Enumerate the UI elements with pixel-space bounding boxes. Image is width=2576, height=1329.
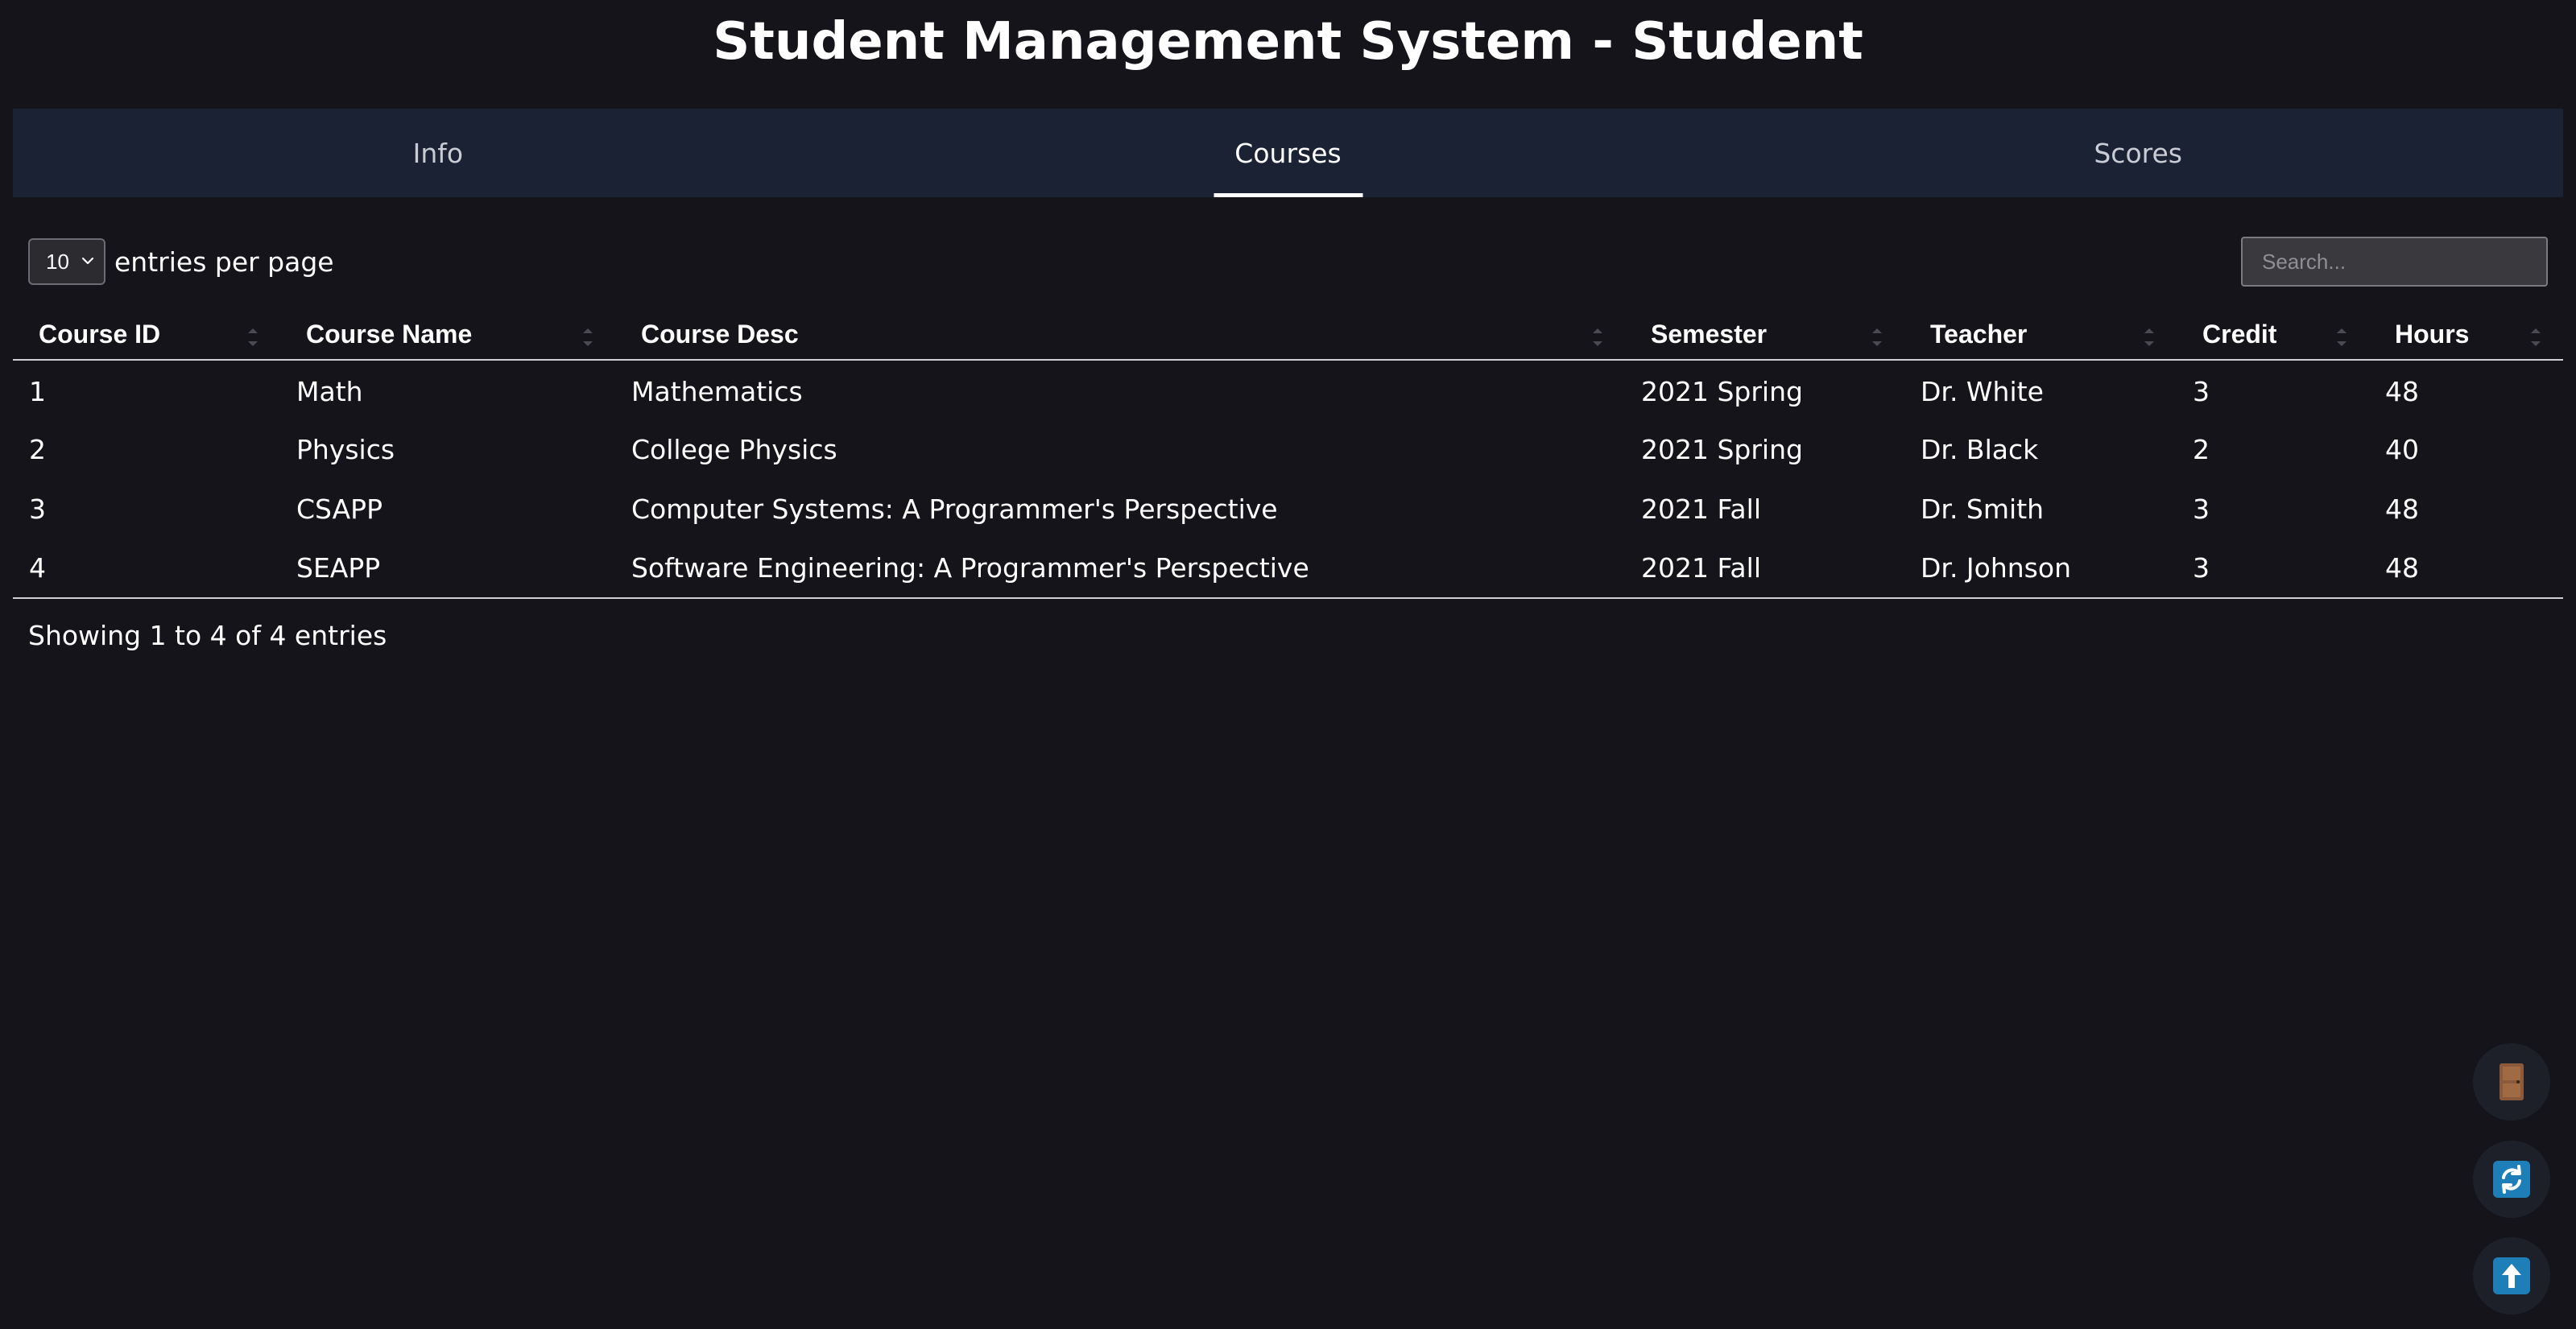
cell-credit: 3 bbox=[2193, 493, 2210, 525]
tab-scores[interactable]: Scores bbox=[1713, 109, 2563, 197]
cell-course-name: Math bbox=[296, 376, 363, 407]
cell-teacher: Dr. Smith bbox=[1921, 493, 2045, 525]
cell-course-id: 2 bbox=[29, 433, 46, 465]
cell-course-desc: Computer Systems: A Programmer's Perspec… bbox=[631, 493, 1278, 525]
door-icon bbox=[2500, 1063, 2524, 1100]
cell-course-desc: Software Engineering: A Programmer's Per… bbox=[615, 539, 1625, 599]
cell-hours: 48 bbox=[2385, 376, 2419, 407]
cell-hours: 48 bbox=[2369, 539, 2563, 599]
column-header-hours[interactable]: Hours bbox=[2369, 310, 2563, 361]
cell-semester: 2021 Spring bbox=[1641, 376, 1803, 407]
chevron-down-icon bbox=[81, 257, 94, 265]
column-header-teacher[interactable]: Teacher bbox=[1904, 310, 2177, 361]
cell-teacher: Dr. White bbox=[1921, 376, 2044, 407]
cell-semester: 2021 Fall bbox=[1641, 493, 1761, 525]
cell-course-desc: College Physics bbox=[631, 433, 837, 465]
tab-bar: Info Courses Scores bbox=[13, 109, 2563, 197]
sort-icon bbox=[2144, 328, 2154, 346]
door-button[interactable] bbox=[2473, 1043, 2550, 1121]
cell-course-id: 4 bbox=[13, 539, 280, 599]
search-input[interactable] bbox=[2241, 237, 2548, 287]
column-header-course-id[interactable]: Course ID bbox=[13, 310, 280, 361]
cell-semester: 2021 Fall bbox=[1625, 539, 1904, 599]
cell-credit: 2 bbox=[2193, 433, 2210, 465]
arrow-up-icon bbox=[2493, 1257, 2530, 1294]
cell-credit: 3 bbox=[2193, 376, 2210, 407]
courses-table: Course ID Course Name Course Desc Semest… bbox=[13, 310, 2563, 599]
column-header-course-name[interactable]: Course Name bbox=[280, 310, 615, 361]
cell-hours: 40 bbox=[2385, 433, 2419, 465]
table-row: 1 Math Mathematics 2021 Spring Dr. White… bbox=[13, 360, 2563, 419]
table-header-row: Course ID Course Name Course Desc Semest… bbox=[13, 310, 2563, 361]
refresh-button[interactable] bbox=[2473, 1141, 2550, 1218]
entries-per-page-value: 10 bbox=[46, 249, 69, 274]
cell-teacher: Dr. Black bbox=[1921, 433, 2039, 465]
sort-icon bbox=[248, 328, 258, 346]
cell-credit: 3 bbox=[2177, 539, 2369, 599]
cell-course-name: SEAPP bbox=[280, 539, 615, 599]
cell-course-desc: Mathematics bbox=[631, 376, 803, 407]
page: Student Management System - Student Info… bbox=[0, 0, 2576, 1329]
table-row: 3 CSAPP Computer Systems: A Programmer's… bbox=[13, 479, 2563, 539]
cell-course-id: 3 bbox=[29, 493, 46, 525]
cell-hours: 48 bbox=[2385, 493, 2419, 525]
entries-per-page-select[interactable]: 10 bbox=[28, 238, 105, 285]
tab-info[interactable]: Info bbox=[13, 109, 863, 197]
cell-teacher: Dr. Johnson bbox=[1904, 539, 2177, 599]
cell-semester: 2021 Spring bbox=[1641, 433, 1803, 465]
table-row: 4 SEAPP Software Engineering: A Programm… bbox=[13, 539, 2563, 599]
page-title: Student Management System - Student bbox=[713, 12, 1863, 72]
scroll-to-top-button[interactable] bbox=[2473, 1237, 2550, 1315]
column-header-semester[interactable]: Semester bbox=[1625, 310, 1904, 361]
entries-control: 10 entries per page bbox=[28, 237, 334, 287]
table-info: Showing 1 to 4 of 4 entries bbox=[28, 620, 387, 651]
cell-course-name: CSAPP bbox=[296, 493, 382, 525]
tab-courses[interactable]: Courses bbox=[863, 109, 1714, 197]
column-header-course-desc[interactable]: Course Desc bbox=[615, 310, 1625, 361]
cell-course-name: Physics bbox=[296, 433, 395, 465]
sort-icon bbox=[2337, 328, 2347, 346]
refresh-icon bbox=[2493, 1161, 2530, 1198]
sort-icon bbox=[583, 328, 593, 346]
cell-course-id: 1 bbox=[29, 376, 46, 407]
sort-icon bbox=[2531, 328, 2541, 346]
table-row: 2 Physics College Physics 2021 Spring Dr… bbox=[13, 419, 2563, 479]
sort-icon bbox=[1593, 328, 1602, 346]
column-header-credit[interactable]: Credit bbox=[2177, 310, 2369, 361]
entries-per-page-label: entries per page bbox=[114, 246, 334, 278]
sort-icon bbox=[1872, 328, 1882, 346]
